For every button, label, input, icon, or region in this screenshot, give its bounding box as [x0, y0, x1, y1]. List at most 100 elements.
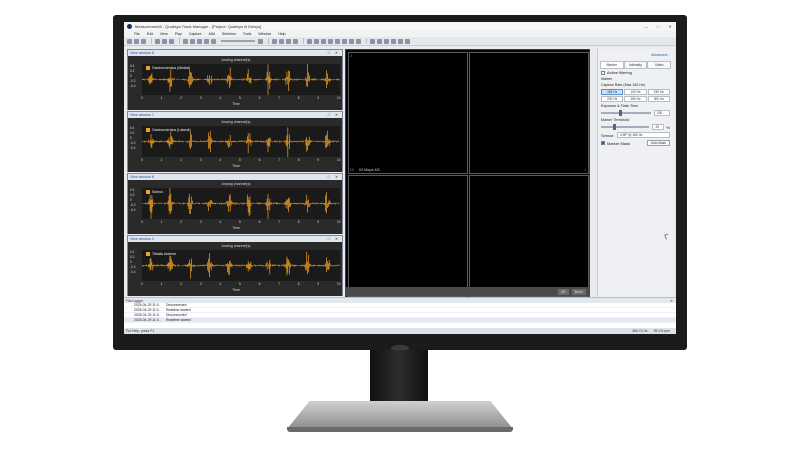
save-icon[interactable]: [141, 38, 146, 44]
layout-icon[interactable]: [405, 38, 410, 44]
menu-view[interactable]: View: [160, 32, 168, 36]
step-back-icon[interactable]: [190, 38, 195, 44]
menu-help[interactable]: Help: [278, 32, 285, 36]
signal-plot[interactable]: Soleus: [142, 188, 340, 219]
rate-option[interactable]: 100 Hz: [624, 89, 647, 95]
advanced-link[interactable]: Advanced...: [651, 53, 670, 57]
signal-plot[interactable]: Gastrocnemius (Lateral): [142, 126, 340, 157]
y-axis: 0.4 0.2 0 -0.2 -0.4: [130, 64, 140, 89]
menu-edit[interactable]: Edit: [147, 32, 153, 36]
threshold-slider[interactable]: [601, 124, 650, 130]
layout-icon[interactable]: [377, 38, 382, 44]
play-icon[interactable]: [197, 38, 202, 44]
tool-icon[interactable]: [335, 38, 340, 44]
layout-icon[interactable]: [391, 38, 396, 44]
layout-icon[interactable]: [398, 38, 403, 44]
zoom-icon[interactable]: [328, 38, 333, 44]
view-window[interactable]: View window 4 □ ✕ Analog channel(s) 0.4 0.2 0…: [127, 235, 343, 296]
x-tick-label: 3: [199, 220, 202, 224]
tool-icon[interactable]: [349, 38, 354, 44]
menu-aim[interactable]: AIM: [209, 32, 215, 36]
rate-option[interactable]: 250 Hz: [624, 96, 647, 102]
cursor-icon[interactable]: [307, 38, 312, 44]
sensor-select[interactable]: 4 MP @ 183 Hz: [617, 132, 670, 138]
rate-option[interactable]: 150 Hz: [647, 89, 670, 95]
logger-title: File Logger: [126, 298, 143, 303]
app-logo-icon: [127, 23, 132, 29]
window-buttons-icon[interactable]: □ ✕: [328, 51, 342, 55]
legend: Gastrocnemius (Medial): [146, 66, 191, 70]
close-button[interactable]: ✕: [664, 24, 676, 29]
menu-tools[interactable]: Tools: [243, 32, 251, 36]
step-forward-icon[interactable]: [204, 38, 209, 44]
new-file-icon[interactable]: [127, 38, 132, 44]
tool-icon[interactable]: [286, 38, 291, 44]
fast-forward-icon[interactable]: [211, 38, 216, 44]
menu-file[interactable]: File: [134, 32, 140, 36]
active-filtering-checkbox[interactable]: [601, 70, 605, 75]
tab-marker[interactable]: Marker: [600, 61, 624, 69]
tool-icon[interactable]: [356, 38, 361, 44]
status-rate: 384.74 Hz: [632, 329, 648, 333]
camera-view[interactable]: 15 #5 Miqus M3: [348, 175, 468, 297]
record-icon[interactable]: [162, 38, 167, 44]
signal-plot[interactable]: Gastrocnemius (Medial): [142, 64, 340, 95]
threshold-field[interactable]: 25: [652, 124, 665, 130]
rate-option[interactable]: 200 Hz: [601, 96, 624, 102]
camera-view[interactable]: 1: [469, 52, 589, 174]
camera-view-area: 2 13 #3 Miqus M3 1 15 #5 Miqus M3 1: [345, 49, 590, 297]
layout-icon[interactable]: [384, 38, 389, 44]
loop-icon[interactable]: [258, 38, 263, 44]
signal-plot[interactable]: Tibialis Anterior: [142, 250, 340, 281]
menu-window[interactable]: Window: [258, 32, 271, 36]
bone-button[interactable]: Bone: [571, 288, 586, 295]
close-icon[interactable]: ✕: [670, 299, 676, 303]
capture-icon[interactable]: [155, 38, 160, 44]
rewind-icon[interactable]: [183, 38, 188, 44]
y-tick-label: -0.4: [130, 146, 136, 150]
stop-icon[interactable]: [169, 38, 174, 44]
maximize-button[interactable]: □: [652, 24, 664, 29]
x-tick-label: 10: [337, 282, 341, 286]
tab-intensity[interactable]: Intensity: [623, 61, 648, 69]
legend-label: Soleus: [152, 190, 163, 194]
view-window[interactable]: View window 8 □ ✕ Analog channel(s) 0.4 0.2 0…: [127, 49, 343, 110]
app-screen: Measurement5 - Qualisys Track Manager - …: [124, 22, 676, 334]
menu-play[interactable]: Play: [175, 32, 182, 36]
camera-view[interactable]: 1: [469, 175, 589, 297]
exposure-slider[interactable]: [601, 110, 651, 116]
x-tick-label: 6: [258, 282, 261, 286]
menu-skeleton[interactable]: Skeleton: [222, 32, 236, 36]
rotate-icon[interactable]: [321, 38, 326, 44]
window-buttons-icon[interactable]: □ ✕: [328, 237, 342, 241]
tool-icon[interactable]: [293, 38, 298, 44]
window-buttons-icon[interactable]: □ ✕: [328, 113, 342, 117]
tool-icon[interactable]: [272, 38, 277, 44]
menu-capture[interactable]: Capture: [189, 32, 202, 36]
rate-option[interactable]: 300 Hz: [647, 96, 670, 102]
rate-option[interactable]: 183 Hz: [601, 89, 624, 95]
monitor-stand-base-edge: [287, 427, 513, 432]
camera-view[interactable]: 2 13 #3 Miqus M3: [348, 52, 468, 174]
x-tick-label: 2: [180, 220, 182, 224]
playback-slider[interactable]: [221, 40, 255, 42]
window-buttons-icon[interactable]: □ ✕: [328, 175, 342, 179]
log-row[interactable]: 2025-04-29 11:0.. Realtime started: [124, 318, 676, 323]
view-3d-button[interactable]: 3D: [557, 288, 569, 295]
marker-mask-checkbox[interactable]: [601, 141, 605, 145]
layout-icon[interactable]: [370, 38, 375, 44]
view-window[interactable]: View window 6 □ ✕ Analog channel(s) 0.4 0.2 0…: [127, 173, 343, 234]
toolbar: [124, 37, 676, 46]
x-tick-label: 0: [141, 220, 143, 224]
auto-mask-button[interactable]: Auto Mask: [646, 140, 670, 146]
x-tick-label: 1: [160, 282, 163, 286]
minimize-button[interactable]: —: [640, 24, 652, 29]
tool-icon[interactable]: [279, 38, 284, 44]
exposure-field[interactable]: 200: [654, 110, 670, 116]
toolbar-divider: [268, 38, 269, 44]
view-window[interactable]: View window 7 □ ✕ Analog channel(s) 0.4 0.2 0…: [127, 111, 343, 172]
open-folder-icon[interactable]: [134, 38, 139, 44]
tab-video[interactable]: Video: [647, 61, 672, 69]
translate-icon[interactable]: [314, 38, 319, 44]
tool-icon[interactable]: [342, 38, 347, 44]
